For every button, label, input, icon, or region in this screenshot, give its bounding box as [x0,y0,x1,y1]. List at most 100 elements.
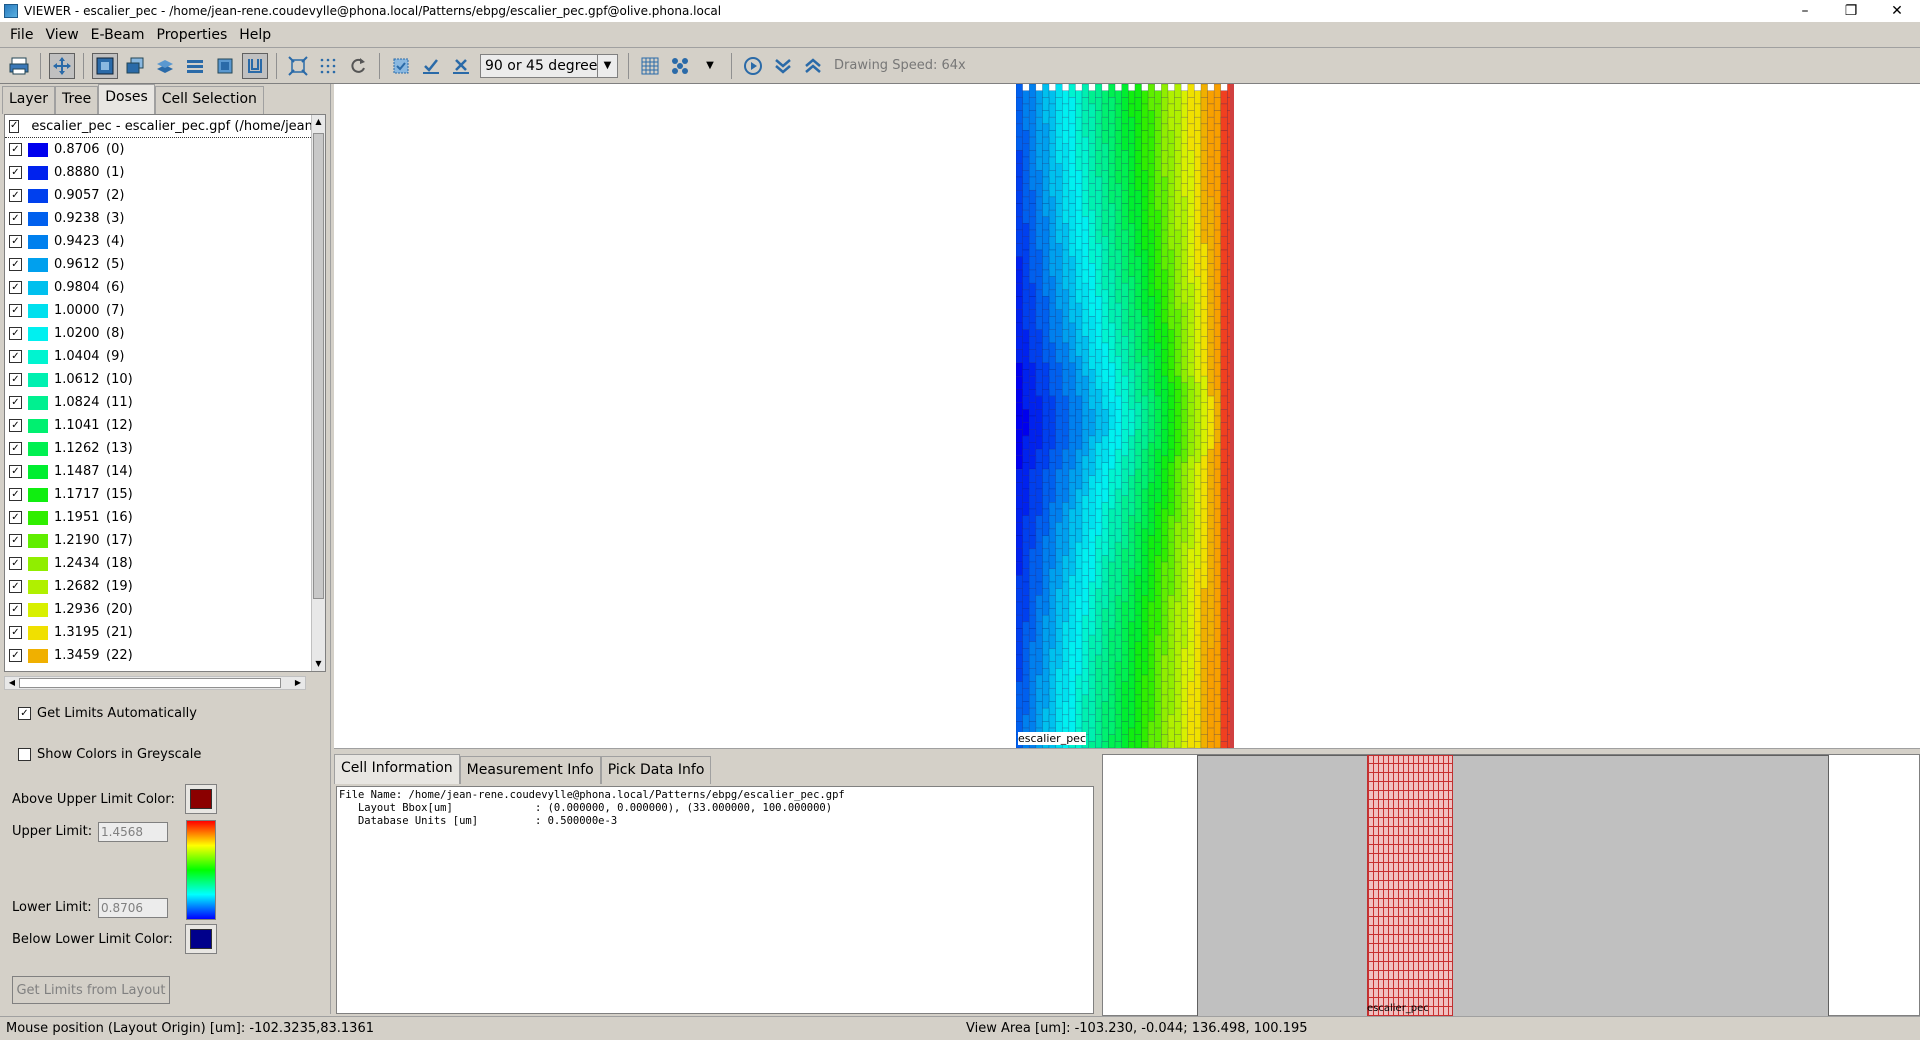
tab-cell-information[interactable]: Cell Information [334,754,460,784]
select-all-button[interactable] [388,53,414,79]
play-drawing-button[interactable] [740,53,766,79]
scroll-up-arrow[interactable]: ▲ [312,115,325,129]
list-view-button[interactable] [182,53,208,79]
pan-tool-button[interactable] [49,52,75,79]
dose-row[interactable]: ✓ 1.0404 (9) [5,345,325,368]
overview-panel[interactable]: escalier_pec [1102,754,1920,1017]
speed-down-button[interactable] [770,53,796,79]
tab-measurement-info[interactable]: Measurement Info [459,756,601,784]
dose-checkbox[interactable]: ✓ [9,488,22,501]
menu-file[interactable]: File [4,27,39,43]
zoom-fit-button[interactable] [285,53,311,79]
dose-checkbox[interactable]: ✓ [9,189,22,202]
scroll-left-arrow[interactable]: ◀ [5,677,19,689]
dose-row[interactable]: ✓ 1.1262 (13) [5,437,325,460]
scroll-thumb[interactable] [19,678,281,688]
close-button[interactable]: ✕ [1874,0,1920,22]
dose-row[interactable]: ✓ 1.2190 (17) [5,529,325,552]
greyscale-checkbox[interactable] [18,748,31,761]
tab-doses[interactable]: Doses [98,84,155,114]
dose-row[interactable]: ✓ 1.2434 (18) [5,552,325,575]
get-limits-from-layout-button[interactable]: Get Limits from Layout [12,976,170,1004]
scroll-right-arrow[interactable]: ▶ [291,677,305,689]
minimize-button[interactable]: – [1782,0,1828,22]
dose-row[interactable]: ✓ 1.1951 (16) [5,506,325,529]
menu-view[interactable]: View [39,27,84,43]
layer-stack-button[interactable] [122,53,148,79]
get-limits-auto-option[interactable]: ✓ Get Limits Automatically [14,706,197,721]
dose-checkbox[interactable]: ✓ [9,557,22,570]
dose-row[interactable]: ✓ 1.1717 (15) [5,483,325,506]
greyscale-option[interactable]: Show Colors in Greyscale [14,747,201,762]
dose-checkbox[interactable]: ✓ [9,511,22,524]
header-checkbox[interactable]: ✓ [9,119,20,133]
tree-horizontal-scrollbar[interactable]: ◀ ▶ [4,676,306,690]
dose-checkbox[interactable]: ✓ [9,166,22,179]
dose-checkbox[interactable]: ✓ [9,465,22,478]
dose-tree-header[interactable]: ✓ escalier_pec - escalier_pec.gpf (/home… [5,115,325,138]
menu-ebeam[interactable]: E-Beam [85,27,151,43]
lower-limit-input[interactable]: 0.8706 [98,898,168,918]
layout-canvas[interactable]: escalier_pec [334,84,1920,748]
tab-pick-data-info[interactable]: Pick Data Info [600,756,712,784]
speed-up-button[interactable] [800,53,826,79]
upper-limit-input[interactable]: 1.4568 [98,822,168,842]
refresh-button[interactable] [345,53,371,79]
dose-checkbox[interactable]: ✓ [9,258,22,271]
scroll-down-arrow[interactable]: ▼ [312,657,325,671]
dose-checkbox[interactable]: ✓ [9,281,22,294]
dose-row[interactable]: ✓ 1.2936 (20) [5,598,325,621]
below-lower-color-button[interactable] [185,924,217,954]
dose-row[interactable]: ✓ 1.0824 (11) [5,391,325,414]
dose-checkbox[interactable]: ✓ [9,327,22,340]
get-limits-auto-checkbox[interactable]: ✓ [18,707,31,720]
dose-checkbox[interactable]: ✓ [9,350,22,363]
angle-mode-select[interactable]: 90 or 45 degree ▼ [480,53,618,78]
dose-checkbox[interactable]: ✓ [9,603,22,616]
tree-vertical-scrollbar[interactable]: ▲ ▼ [311,115,325,671]
check-all-button[interactable] [418,53,444,79]
dose-row[interactable]: ✓ 0.9804 (6) [5,276,325,299]
chevron-down-icon[interactable]: ▼ [597,54,617,77]
outline-mode-button[interactable] [242,52,268,79]
menu-properties[interactable]: Properties [151,27,234,43]
grid-snap-button[interactable] [315,53,341,79]
tab-cell-selection[interactable]: Cell Selection [154,86,264,114]
dose-checkbox[interactable]: ✓ [9,235,22,248]
restore-button[interactable]: ❐ [1828,0,1874,22]
dose-row[interactable]: ✓ 1.1487 (14) [5,460,325,483]
dose-row[interactable]: ✓ 1.0200 (8) [5,322,325,345]
dose-row[interactable]: ✓ 0.9612 (5) [5,253,325,276]
dose-checkbox[interactable]: ✓ [9,304,22,317]
uncheck-all-button[interactable] [448,53,474,79]
show-grid-button[interactable] [637,53,663,79]
dose-checkbox[interactable]: ✓ [9,649,22,662]
dose-checkbox[interactable]: ✓ [9,373,22,386]
dose-checkbox[interactable]: ✓ [9,580,22,593]
dose-row[interactable]: ✓ 1.0612 (10) [5,368,325,391]
dose-checkbox[interactable]: ✓ [9,534,22,547]
dose-checkbox[interactable]: ✓ [9,626,22,639]
dose-row[interactable]: ✓ 0.9057 (2) [5,184,325,207]
pattern-dropdown[interactable]: ▼ [697,53,723,79]
dose-row[interactable]: ✓ 1.3195 (21) [5,621,325,644]
dose-row[interactable]: ✓ 0.9238 (3) [5,207,325,230]
dose-row[interactable]: ✓ 1.3459 (22) [5,644,325,667]
menu-help[interactable]: Help [233,27,277,43]
dose-row[interactable]: ✓ 1.2682 (19) [5,575,325,598]
dose-row[interactable]: ✓ 0.9423 (4) [5,230,325,253]
dose-row[interactable]: ✓ 0.8880 (1) [5,161,325,184]
tab-tree[interactable]: Tree [55,86,99,114]
cell-view-button[interactable] [212,53,238,79]
dose-checkbox[interactable]: ✓ [9,212,22,225]
tab-layer[interactable]: Layer [2,86,56,114]
dose-row[interactable]: ✓ 1.1041 (12) [5,414,325,437]
fill-mode-button[interactable] [92,52,118,79]
scroll-thumb[interactable] [313,133,324,599]
dose-checkbox[interactable]: ✓ [9,419,22,432]
dose-checkbox[interactable]: ✓ [9,396,22,409]
print-button[interactable] [6,53,32,79]
pattern-fill-button[interactable] [667,53,693,79]
dose-row[interactable]: ✓ 0.8706 (0) [5,138,325,161]
layer-order-button[interactable] [152,53,178,79]
